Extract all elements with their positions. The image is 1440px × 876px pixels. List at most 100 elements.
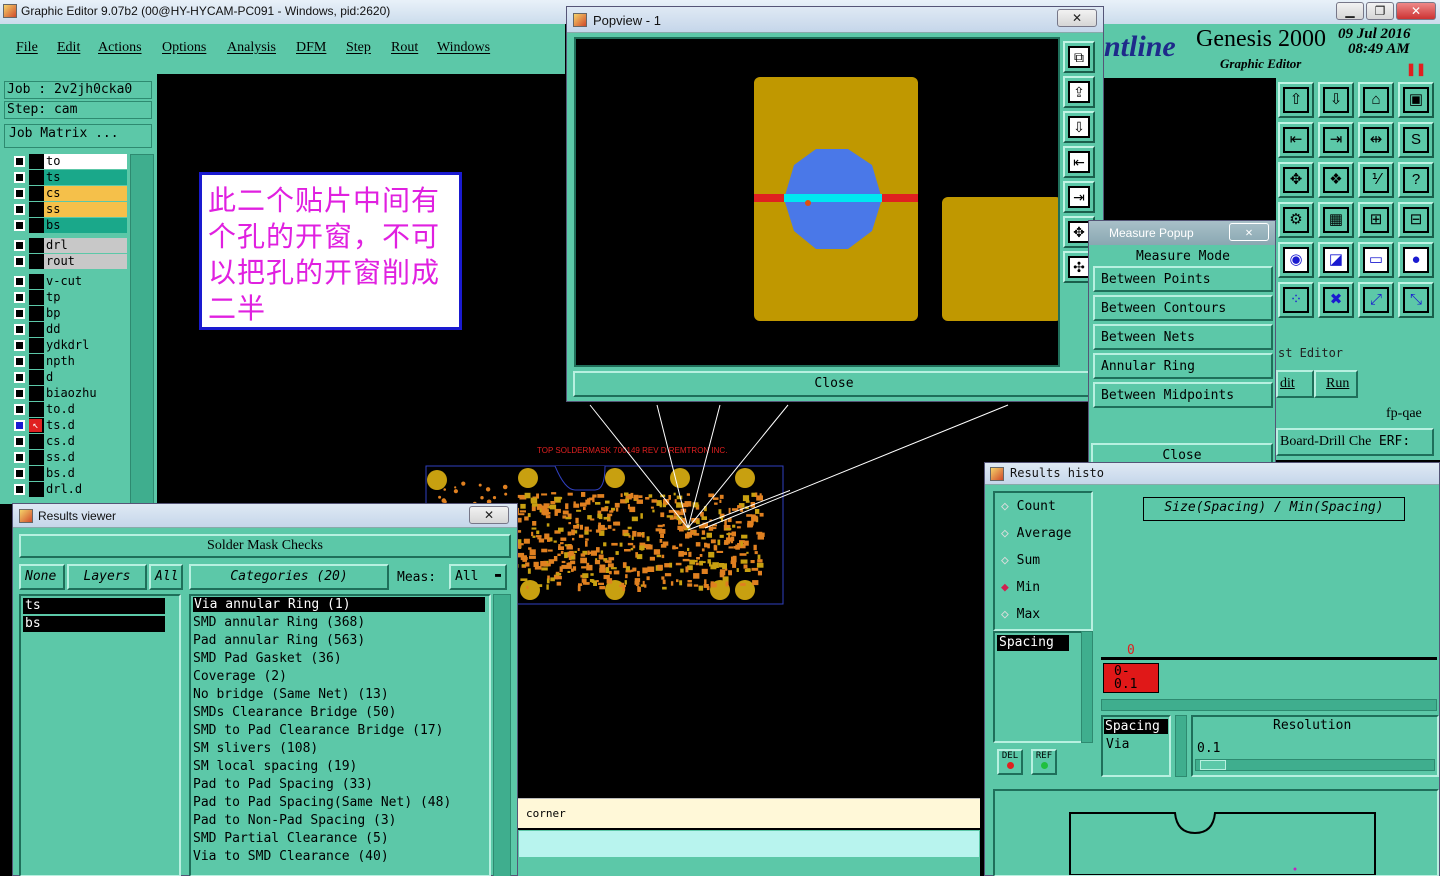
- radio-min[interactable]: ◆ Min: [1001, 580, 1040, 595]
- menu-actions[interactable]: Actions: [98, 40, 142, 56]
- layer-checkbox[interactable]: [14, 204, 25, 215]
- category-item[interactable]: Pad annular Ring (563): [193, 633, 365, 648]
- layer-row[interactable]: to: [12, 154, 127, 169]
- popview-titlebar[interactable]: Popview - 1 ✕: [567, 7, 1103, 33]
- histo-field-spacing[interactable]: Spacing: [997, 635, 1069, 651]
- histo-field-scrollbar[interactable]: [1081, 631, 1093, 743]
- toolbox-button[interactable]: ◪: [1318, 242, 1354, 278]
- status-input[interactable]: [518, 830, 980, 858]
- layer-row[interactable]: bs.d: [12, 466, 127, 481]
- toolbox-button[interactable]: ✖: [1318, 282, 1354, 318]
- toolbox-button[interactable]: ⤡: [1398, 282, 1434, 318]
- toolbox-button[interactable]: ⇩: [1318, 82, 1354, 118]
- categories-scrollbar[interactable]: [493, 594, 511, 876]
- minimize-button[interactable]: ▁: [1336, 2, 1364, 20]
- histo-bar[interactable]: 0- 0.1: [1103, 663, 1159, 693]
- layer-row[interactable]: drl: [12, 238, 127, 253]
- layer-row[interactable]: bs: [12, 218, 127, 233]
- menu-analysis[interactable]: Analysis: [227, 40, 276, 56]
- measure-between-nets[interactable]: Between Nets: [1093, 324, 1273, 350]
- layer-row[interactable]: to.d: [12, 402, 127, 417]
- popview-tool-button[interactable]: ⇪: [1063, 76, 1095, 108]
- category-item[interactable]: Pad to Pad Spacing(Same Net) (48): [193, 795, 451, 810]
- measure-between-midpoints[interactable]: Between Midpoints: [1093, 382, 1273, 408]
- results-layer-ts[interactable]: ts: [23, 598, 165, 614]
- del-button[interactable]: DEL: [997, 749, 1023, 775]
- popview-tool-button[interactable]: ⇤: [1063, 146, 1095, 178]
- toolbox-button[interactable]: ●: [1398, 242, 1434, 278]
- measure-annular-ring[interactable]: Annular Ring: [1093, 353, 1273, 379]
- layer-checkbox[interactable]: [14, 256, 25, 267]
- toolbox-button[interactable]: ⅟: [1358, 162, 1394, 198]
- layer-row[interactable]: rout: [12, 254, 127, 269]
- layer-row[interactable]: cs.d: [12, 434, 127, 449]
- toolbox-button[interactable]: S: [1398, 122, 1434, 158]
- toolbox-button[interactable]: ⊟: [1398, 202, 1434, 238]
- toolbox-button[interactable]: ⤢: [1358, 282, 1394, 318]
- layer-row[interactable]: ss: [12, 202, 127, 217]
- layers-button[interactable]: Layers: [67, 564, 147, 590]
- layer-checkbox[interactable]: [14, 468, 25, 479]
- results-close-x[interactable]: ✕: [469, 506, 509, 524]
- run-button[interactable]: Run: [1314, 370, 1358, 398]
- layer-row[interactable]: ts: [12, 170, 127, 185]
- toolbox-button[interactable]: ▣: [1398, 82, 1434, 118]
- radio-average[interactable]: ◇ Average: [1001, 526, 1071, 541]
- category-item[interactable]: SM slivers (108): [193, 741, 318, 756]
- menu-edit[interactable]: Edit: [57, 40, 80, 56]
- menu-windows[interactable]: Windows: [437, 40, 490, 56]
- layer-checkbox[interactable]: [14, 372, 25, 383]
- meas-select[interactable]: All ▬: [449, 564, 507, 590]
- popview-close-button[interactable]: Close: [573, 371, 1095, 397]
- job-matrix-button[interactable]: Job Matrix ...: [4, 124, 152, 148]
- popview-tool-button[interactable]: ⇩: [1063, 111, 1095, 143]
- layer-row[interactable]: npth: [12, 354, 127, 369]
- results-titlebar[interactable]: Results viewer ✕: [13, 504, 517, 528]
- spacing-list-via[interactable]: Via: [1106, 737, 1129, 752]
- toolbox-button[interactable]: ⇹: [1358, 122, 1394, 158]
- category-item[interactable]: Pad to Pad Spacing (33): [193, 777, 373, 792]
- popview-tool-button[interactable]: ⇥: [1063, 181, 1095, 213]
- category-item[interactable]: SMD Pad Gasket (36): [193, 651, 342, 666]
- radio-sum[interactable]: ◇ Sum: [1001, 553, 1040, 568]
- measure-between-contours[interactable]: Between Contours: [1093, 295, 1273, 321]
- layer-checkbox[interactable]: [14, 276, 25, 287]
- popview-close-x[interactable]: ✕: [1057, 9, 1097, 27]
- results-layer-bs[interactable]: bs: [23, 616, 165, 632]
- toolbox-button[interactable]: ⇥: [1318, 122, 1354, 158]
- measure-titlebar[interactable]: Measure Popup ✕: [1089, 221, 1275, 245]
- layer-scrollbar[interactable]: [130, 154, 154, 504]
- spacing-list-spacing[interactable]: Spacing: [1104, 719, 1168, 734]
- category-item[interactable]: SMD annular Ring (368): [193, 615, 365, 630]
- menu-file[interactable]: File: [16, 40, 38, 56]
- board-drill-check-field[interactable]: Board-Drill Che ERF:: [1276, 428, 1434, 456]
- layer-row[interactable]: ts.d ↖: [12, 418, 127, 433]
- resolution-slider-thumb[interactable]: [1200, 760, 1226, 770]
- measure-close-x[interactable]: ✕: [1229, 223, 1269, 241]
- layer-row[interactable]: cs: [12, 186, 127, 201]
- layer-row[interactable]: ydkdrl: [12, 338, 127, 353]
- radio-count[interactable]: ◇ Count: [1001, 499, 1056, 514]
- layer-checkbox[interactable]: [14, 188, 25, 199]
- layer-checkbox[interactable]: [14, 404, 25, 415]
- toolbox-button[interactable]: ⇧: [1278, 82, 1314, 118]
- layer-checkbox[interactable]: [14, 356, 25, 367]
- toolbox-button[interactable]: ?: [1398, 162, 1434, 198]
- edit-fragment-button[interactable]: dit: [1276, 370, 1314, 398]
- toolbox-button[interactable]: ▭: [1358, 242, 1394, 278]
- toolbox-button[interactable]: ❖: [1318, 162, 1354, 198]
- toolbox-button[interactable]: ⌂: [1358, 82, 1394, 118]
- category-item[interactable]: Via annular Ring (1): [193, 597, 485, 612]
- layer-checkbox[interactable]: [14, 292, 25, 303]
- layer-row[interactable]: tp: [12, 290, 127, 305]
- layer-checkbox[interactable]: [14, 172, 25, 183]
- layer-row[interactable]: dd: [12, 322, 127, 337]
- maximize-button[interactable]: ❐: [1366, 2, 1394, 20]
- radio-max[interactable]: ◇ Max: [1001, 607, 1040, 622]
- category-item[interactable]: Coverage (2): [193, 669, 287, 684]
- layer-checkbox[interactable]: [14, 420, 25, 431]
- menu-options[interactable]: Options: [162, 40, 206, 56]
- toolbox-button[interactable]: ◉: [1278, 242, 1314, 278]
- layer-checkbox[interactable]: [14, 156, 25, 167]
- layer-checkbox[interactable]: [14, 340, 25, 351]
